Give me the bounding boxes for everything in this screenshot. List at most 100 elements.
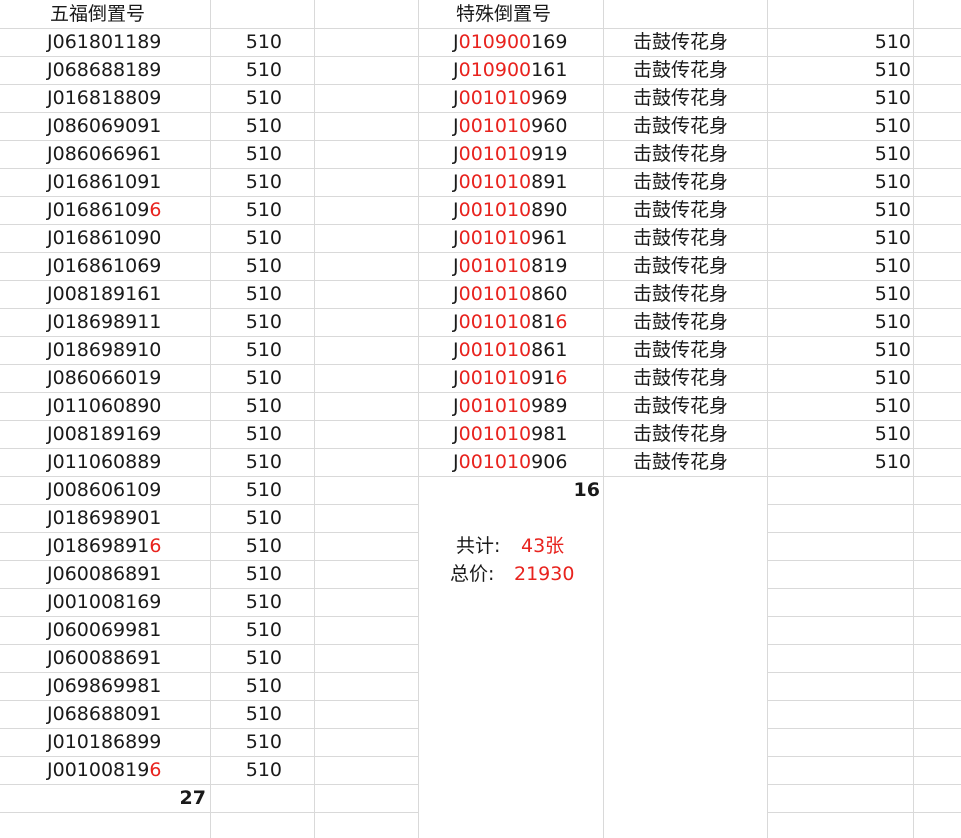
- amount-cell[interactable]: 510: [214, 476, 282, 504]
- amount-cell[interactable]: 510: [800, 140, 911, 168]
- code-cell[interactable]: J016861069: [47, 252, 161, 280]
- amount-cell[interactable]: 510: [800, 56, 911, 84]
- amount-cell[interactable]: 510: [214, 168, 282, 196]
- amount-cell[interactable]: 510: [800, 168, 911, 196]
- amount-cell[interactable]: 510: [800, 196, 911, 224]
- code-cell[interactable]: J001010969: [453, 84, 567, 112]
- amount-cell[interactable]: 510: [214, 28, 282, 56]
- code-cell[interactable]: J016861091: [47, 168, 161, 196]
- amount-cell[interactable]: 510: [214, 448, 282, 476]
- code-cell[interactable]: J001010981: [453, 420, 567, 448]
- name-cell[interactable]: 击鼓传花身: [633, 252, 728, 280]
- name-cell[interactable]: 击鼓传花身: [633, 392, 728, 420]
- code-cell[interactable]: J010900161: [453, 56, 567, 84]
- amount-cell[interactable]: 510: [214, 532, 282, 560]
- code-cell[interactable]: J001010891: [453, 168, 567, 196]
- name-cell[interactable]: 击鼓传花身: [633, 112, 728, 140]
- total-label[interactable]: 共计:: [456, 532, 500, 560]
- amount-cell[interactable]: 510: [214, 196, 282, 224]
- amount-cell[interactable]: 510: [800, 336, 911, 364]
- code-cell[interactable]: J001010861: [453, 336, 567, 364]
- code-cell[interactable]: J001010906: [453, 448, 567, 476]
- left-count[interactable]: 27: [140, 784, 206, 812]
- code-cell[interactable]: J008606109: [47, 476, 161, 504]
- name-cell[interactable]: 击鼓传花身: [633, 56, 728, 84]
- amount-cell[interactable]: 510: [800, 280, 911, 308]
- name-cell[interactable]: 击鼓传花身: [633, 448, 728, 476]
- code-cell[interactable]: J068688189: [47, 56, 161, 84]
- code-cell[interactable]: J086069091: [47, 112, 161, 140]
- code-cell[interactable]: J060086891: [47, 560, 161, 588]
- amount-cell[interactable]: 510: [214, 504, 282, 532]
- name-cell[interactable]: 击鼓传花身: [633, 224, 728, 252]
- code-cell[interactable]: J016818809: [47, 84, 161, 112]
- amount-cell[interactable]: 510: [800, 420, 911, 448]
- left-header[interactable]: 五福倒置号: [50, 0, 145, 28]
- code-cell[interactable]: J018698916: [47, 532, 161, 560]
- amount-cell[interactable]: 510: [214, 756, 282, 784]
- amount-cell[interactable]: 510: [214, 392, 282, 420]
- name-cell[interactable]: 击鼓传花身: [633, 336, 728, 364]
- code-cell[interactable]: J011060890: [47, 392, 161, 420]
- code-cell[interactable]: J001010961: [453, 224, 567, 252]
- code-cell[interactable]: J086066019: [47, 364, 161, 392]
- amount-cell[interactable]: 510: [214, 700, 282, 728]
- code-cell[interactable]: J060069981: [47, 616, 161, 644]
- code-cell[interactable]: J010186899: [47, 728, 161, 756]
- amount-cell[interactable]: 510: [800, 252, 911, 280]
- name-cell[interactable]: 击鼓传花身: [633, 140, 728, 168]
- code-cell[interactable]: J010900169: [453, 28, 567, 56]
- amount-cell[interactable]: 510: [800, 28, 911, 56]
- code-cell[interactable]: J008189161: [47, 280, 161, 308]
- amount-cell[interactable]: 510: [214, 112, 282, 140]
- right-count[interactable]: 16: [530, 476, 600, 504]
- code-cell[interactable]: J001010916: [453, 364, 567, 392]
- name-cell[interactable]: 击鼓传花身: [633, 308, 728, 336]
- amount-cell[interactable]: 510: [800, 392, 911, 420]
- amount-cell[interactable]: 510: [214, 420, 282, 448]
- amount-cell[interactable]: 510: [800, 308, 911, 336]
- amount-cell[interactable]: 510: [214, 560, 282, 588]
- amount-cell[interactable]: 510: [214, 644, 282, 672]
- amount-cell[interactable]: 510: [214, 140, 282, 168]
- code-cell[interactable]: J001008169: [47, 588, 161, 616]
- amount-cell[interactable]: 510: [800, 84, 911, 112]
- amount-cell[interactable]: 510: [214, 616, 282, 644]
- code-cell[interactable]: J016861090: [47, 224, 161, 252]
- code-cell[interactable]: J001010890: [453, 196, 567, 224]
- code-cell[interactable]: J001010819: [453, 252, 567, 280]
- code-cell[interactable]: J061801189: [47, 28, 161, 56]
- name-cell[interactable]: 击鼓传花身: [633, 420, 728, 448]
- amount-cell[interactable]: 510: [214, 224, 282, 252]
- name-cell[interactable]: 击鼓传花身: [633, 28, 728, 56]
- name-cell[interactable]: 击鼓传花身: [633, 196, 728, 224]
- amount-cell[interactable]: 510: [214, 672, 282, 700]
- amount-cell[interactable]: 510: [214, 728, 282, 756]
- amount-cell[interactable]: 510: [214, 336, 282, 364]
- code-cell[interactable]: J068688091: [47, 700, 161, 728]
- price-label[interactable]: 总价:: [450, 560, 494, 588]
- code-cell[interactable]: J008189169: [47, 420, 161, 448]
- code-cell[interactable]: J001010919: [453, 140, 567, 168]
- code-cell[interactable]: J001010860: [453, 280, 567, 308]
- amount-cell[interactable]: 510: [214, 364, 282, 392]
- name-cell[interactable]: 击鼓传花身: [633, 280, 728, 308]
- amount-cell[interactable]: 510: [214, 252, 282, 280]
- total-value[interactable]: 43张: [521, 532, 564, 560]
- code-cell[interactable]: J018698910: [47, 336, 161, 364]
- code-cell[interactable]: J086066961: [47, 140, 161, 168]
- code-cell[interactable]: J001008196: [47, 756, 161, 784]
- code-cell[interactable]: J069869981: [47, 672, 161, 700]
- price-value[interactable]: 21930: [514, 560, 574, 588]
- code-cell[interactable]: J018698901: [47, 504, 161, 532]
- name-cell[interactable]: 击鼓传花身: [633, 84, 728, 112]
- code-cell[interactable]: J001010960: [453, 112, 567, 140]
- amount-cell[interactable]: 510: [214, 280, 282, 308]
- name-cell[interactable]: 击鼓传花身: [633, 168, 728, 196]
- amount-cell[interactable]: 510: [214, 84, 282, 112]
- code-cell[interactable]: J001010816: [453, 308, 567, 336]
- amount-cell[interactable]: 510: [214, 588, 282, 616]
- amount-cell[interactable]: 510: [800, 224, 911, 252]
- amount-cell[interactable]: 510: [214, 308, 282, 336]
- right-header[interactable]: 特殊倒置号: [456, 0, 551, 28]
